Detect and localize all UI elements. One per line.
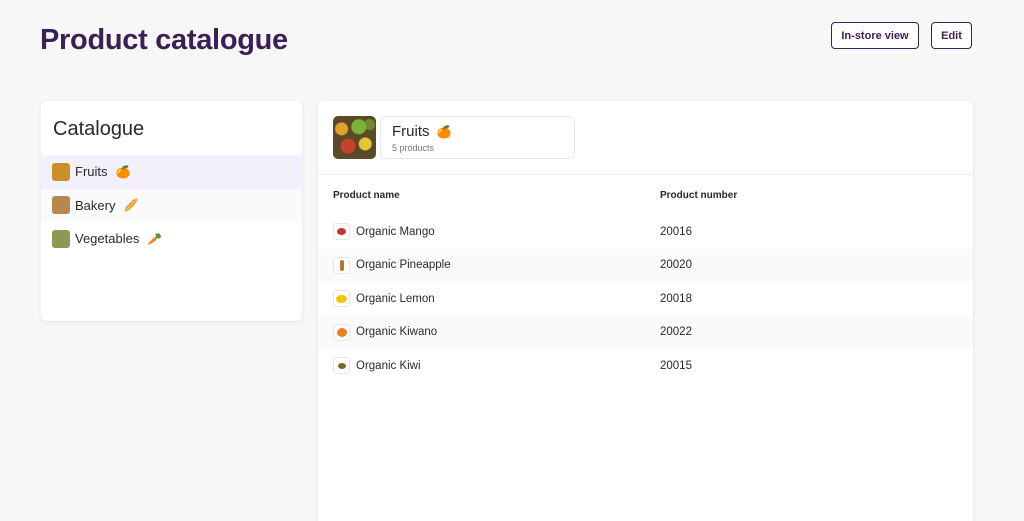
- product-count: 5 products: [392, 143, 435, 153]
- lemon-icon: [333, 290, 350, 308]
- column-header-name: Product name: [333, 190, 400, 201]
- product-table: Product name Product number Organic Mang…: [318, 183, 973, 383]
- category-image: [333, 116, 376, 159]
- orange-emoji-icon: 🍊: [115, 164, 131, 179]
- baguette-emoji-icon: 🥖: [123, 198, 139, 213]
- sidebar-item-label: Bakery: [75, 197, 116, 213]
- sidebar-item-vegetables[interactable]: Vegetables 🥕: [41, 222, 302, 256]
- edit-button[interactable]: Edit: [931, 22, 972, 49]
- column-header-number: Product number: [660, 190, 738, 201]
- table-row[interactable]: Organic Kiwano 20022: [318, 315, 973, 349]
- product-name: Organic Kiwi: [356, 359, 421, 372]
- header-actions: In-store view Edit: [831, 22, 972, 49]
- category-name: Fruits 🍊: [392, 123, 452, 140]
- sidebar-item-label: Fruits: [75, 164, 108, 180]
- page-title: Product catalogue: [40, 24, 288, 56]
- table-header: Product name Product number: [318, 183, 973, 208]
- sidebar-item-fruits[interactable]: Fruits 🍊: [41, 155, 302, 189]
- mango-icon: [333, 223, 350, 241]
- table-row[interactable]: Organic Pineapple 20020: [318, 248, 973, 282]
- product-number: 20022: [660, 326, 692, 339]
- catalogue-sidebar: Catalogue Fruits 🍊 Bakery 🥖 Vegetables 🥕: [41, 101, 302, 321]
- category-list: Fruits 🍊 Bakery 🥖 Vegetables 🥕: [41, 155, 302, 256]
- product-name: Organic Kiwano: [356, 326, 438, 339]
- table-row[interactable]: Organic Lemon 20018: [318, 282, 973, 316]
- bakery-thumbnail: [52, 196, 70, 215]
- divider: [318, 174, 973, 175]
- table-row[interactable]: Organic Mango 20016: [318, 215, 973, 249]
- carrot-emoji-icon: 🥕: [147, 231, 163, 246]
- fruits-thumbnail: [52, 162, 70, 181]
- kiwano-icon: [333, 323, 350, 341]
- category-header: Fruits 🍊 5 products: [380, 116, 575, 159]
- product-panel: Fruits 🍊 5 products Product name Product…: [318, 101, 973, 521]
- kiwi-icon: [333, 357, 350, 375]
- product-number: 20018: [660, 292, 692, 305]
- pineapple-icon: [333, 256, 350, 274]
- sidebar-item-bakery[interactable]: Bakery 🥖: [41, 188, 302, 222]
- sidebar-item-label: Vegetables: [75, 231, 140, 247]
- product-name: Organic Lemon: [356, 292, 435, 305]
- orange-emoji-icon: 🍊: [436, 125, 452, 139]
- product-name: Organic Pineapple: [356, 259, 451, 272]
- vegetables-thumbnail: [52, 229, 70, 248]
- catalogue-title: Catalogue: [53, 118, 145, 140]
- table-row[interactable]: Organic Kiwi 20015: [318, 349, 973, 383]
- product-name: Organic Mango: [356, 225, 435, 238]
- in-store-view-button[interactable]: In-store view: [831, 22, 919, 49]
- product-number: 20016: [660, 225, 692, 238]
- product-number: 20015: [660, 359, 692, 372]
- product-number: 20020: [660, 259, 692, 272]
